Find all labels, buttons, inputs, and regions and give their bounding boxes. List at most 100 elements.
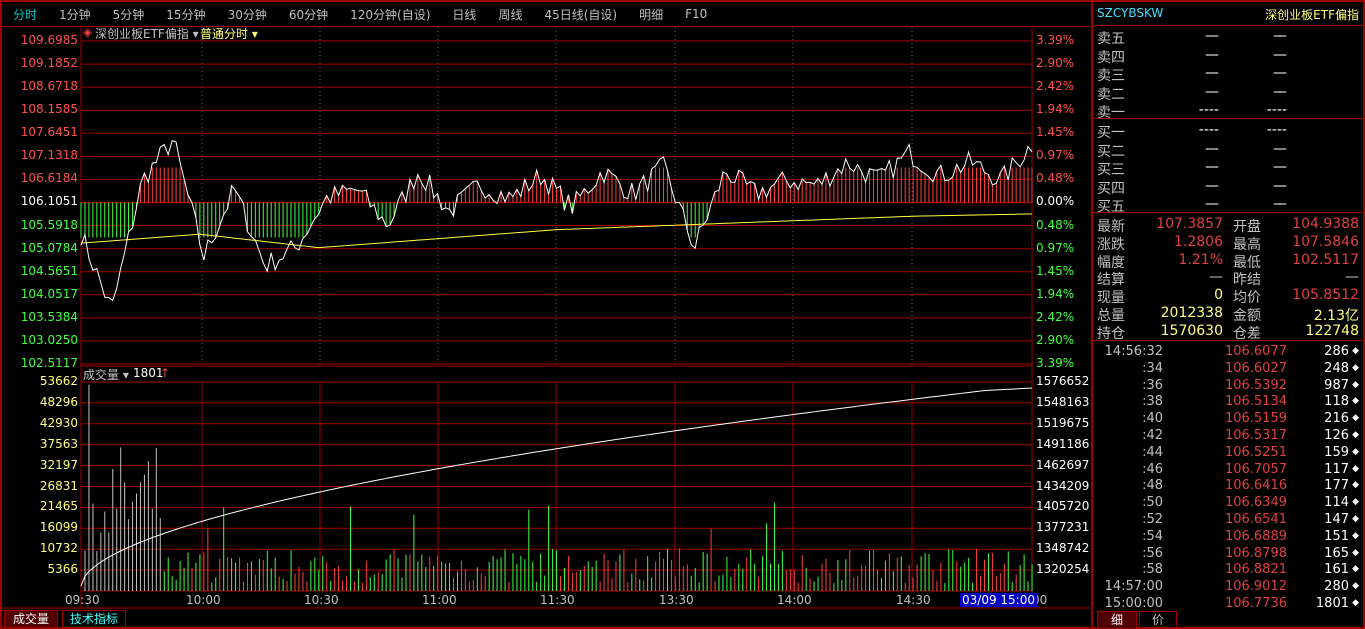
buy-volume: ----: [1266, 122, 1287, 138]
buy-level-label: 买三: [1097, 162, 1125, 178]
buy-volume: —: [1273, 196, 1287, 212]
price-axis-label: 104.0517: [20, 286, 78, 301]
chart-mode-selector[interactable]: 普通分时 ▾: [200, 25, 258, 42]
time-axis-label: 11:30: [540, 593, 575, 607]
buy-price: —: [1205, 159, 1219, 175]
quote-row: 买一 ---- ----: [1097, 122, 1359, 141]
tick-volume: 248: [1324, 360, 1349, 376]
symbol-selector[interactable]: 深创业板ETF偏指 ▾: [95, 25, 199, 42]
tick-time: :56: [1142, 545, 1163, 561]
tick-price: 106.7736: [1224, 596, 1287, 611]
percent-axis-label: 1.94%: [1036, 286, 1075, 301]
time-axis-label: 11:00: [422, 593, 457, 607]
price-axis-label: 108.1585: [20, 102, 78, 117]
tick-volume: 286: [1324, 344, 1349, 359]
sell-price: —: [1205, 28, 1219, 44]
buy-level-label: 买五: [1097, 199, 1125, 215]
price-axis-label: 109.1852: [20, 56, 78, 71]
time-axis-label: 09:30: [65, 593, 100, 607]
quote-row: 持仓 1570630 仓差 122748: [1097, 323, 1359, 342]
tick-time: :42: [1142, 428, 1163, 443]
tick-volume: 118: [1324, 394, 1349, 410]
percent-axis-label: 1.45%: [1036, 263, 1075, 278]
tick-volume: 159: [1324, 444, 1349, 460]
tick-direction-icon: ◆: [1352, 598, 1359, 608]
open-interest-axis-label: 1320254: [1036, 562, 1090, 577]
tick-volume: 151: [1324, 528, 1349, 544]
buy-price: —: [1205, 177, 1219, 194]
tick-direction-icon: ◆: [1352, 362, 1359, 373]
price-axis-label: 104.5651: [20, 263, 78, 278]
tick-time: 14:56:32: [1104, 344, 1163, 359]
open-interest-axis-label: 1434209: [1036, 478, 1090, 493]
tick-time: :38: [1142, 394, 1163, 410]
volume-indicator-selector[interactable]: 成交量 ▾: [83, 366, 129, 383]
tab-volume[interactable]: 成交量: [4, 610, 58, 628]
price-axis-label: 108.6718: [20, 79, 78, 94]
price-axis-label: 102.5117: [20, 355, 78, 370]
price-axis-label: 105.5918: [20, 217, 78, 232]
time-axis-label: 14:30: [896, 593, 931, 607]
cursor-time-label: 03/09 15:00: [960, 593, 1037, 607]
tick-time: :34: [1142, 360, 1163, 376]
quote-row: 最新 107.3857 开盘 104.9388: [1097, 216, 1359, 235]
tick-time: :54: [1142, 528, 1163, 544]
intraday-chart[interactable]: [0, 0, 1090, 629]
buy-level-label: 买二: [1097, 143, 1125, 160]
tick-price: 106.6027: [1224, 360, 1287, 376]
stat-value: 107.3857: [1156, 216, 1223, 232]
price-axis-label: 106.6184: [20, 171, 78, 186]
open-interest-axis-label: 1576652: [1036, 374, 1090, 388]
volume-value: 1801: [133, 366, 164, 380]
open-interest-axis-label: 1462697: [1036, 457, 1090, 472]
tick-time: 15:00:00: [1104, 596, 1163, 611]
tick-row: :38 106.5134 118 ◆: [1097, 394, 1359, 411]
price-line: [80, 140, 1033, 302]
tick-price: 106.5251: [1224, 444, 1287, 460]
buy-price: ----: [1198, 122, 1219, 138]
tick-row: 14:57:00 106.9012 280 ◆: [1097, 579, 1359, 596]
tick-price: 106.6889: [1224, 528, 1287, 544]
volume-axis-label: 53662: [39, 374, 78, 388]
volume-axis-label: 21465: [39, 499, 78, 514]
sell-volume: —: [1273, 46, 1287, 63]
quote-row: 卖五 — —: [1097, 28, 1359, 47]
volume-axis-label: 37563: [39, 436, 78, 451]
sell-level-label: 卖一: [1097, 105, 1125, 121]
tick-price: 106.6416: [1224, 478, 1287, 494]
stat-value: 105.8512: [1292, 287, 1359, 304]
stat-value: 107.5846: [1292, 233, 1359, 250]
buy-volume: —: [1273, 177, 1287, 194]
quote-row: 总量 2012338 金额 2.13亿: [1097, 305, 1359, 324]
volume-axis-label: 10732: [39, 541, 78, 556]
tick-price: 106.8798: [1224, 545, 1287, 561]
percent-axis-label: 2.90%: [1036, 56, 1075, 71]
percent-axis-label: 1.45%: [1036, 125, 1075, 140]
time-axis-label: 10:30: [304, 593, 339, 607]
sell-price: ----: [1198, 102, 1219, 118]
tick-volume: 126: [1324, 428, 1349, 443]
tick-row: :56 106.8798 165 ◆: [1097, 546, 1359, 563]
open-interest-axis-label: 1548163: [1036, 394, 1090, 409]
tick-direction-icon: ◆: [1352, 497, 1359, 508]
tick-volume: 177: [1324, 478, 1349, 494]
time-axis-label: 13:30: [659, 593, 694, 607]
sell-level-label: 卖三: [1097, 68, 1125, 84]
price-axis-label: 106.1051: [20, 194, 78, 209]
volume-axis-label: 32197: [39, 457, 78, 472]
quote-row: 买四 — —: [1097, 178, 1359, 197]
buy-price: —: [1205, 196, 1219, 212]
tick-price: 106.5392: [1224, 377, 1287, 393]
tab-price[interactable]: 价: [1139, 611, 1177, 629]
tick-time: :44: [1142, 444, 1163, 460]
price-axis-label: 105.0784: [20, 240, 78, 255]
tick-time: :50: [1142, 495, 1163, 511]
quote-row: 涨跌 1.2806 最高 107.5846: [1097, 234, 1359, 253]
sell-volume: —: [1273, 28, 1287, 44]
buy-price: —: [1205, 140, 1219, 157]
tick-volume: 114: [1324, 495, 1349, 511]
tick-time: :52: [1142, 512, 1163, 527]
tab-detail[interactable]: 细: [1097, 611, 1137, 629]
tab-indicators[interactable]: 技术指标: [62, 610, 126, 628]
sell-level-label: 卖二: [1097, 86, 1125, 103]
